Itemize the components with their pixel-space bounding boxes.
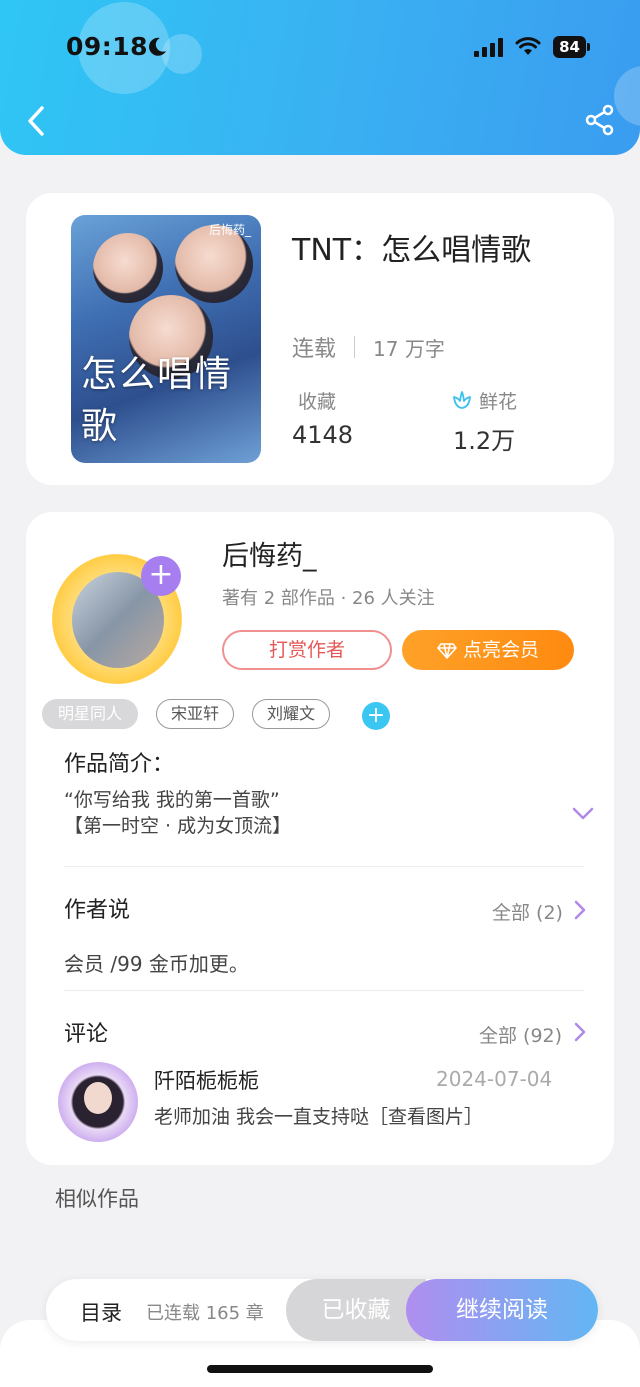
cover-author: 后悔药_ [208, 223, 251, 237]
chapter-count[interactable]: 已连载 165 章 [146, 1299, 264, 1325]
cover-figure [93, 233, 163, 303]
flower-icon [453, 391, 471, 409]
flowers-value: 1.2万 [453, 427, 516, 455]
status-time: 09:18 [66, 32, 149, 61]
moon-icon [149, 37, 166, 56]
commenter-name[interactable]: 阡陌栀栀栀 [154, 1065, 259, 1095]
wifi-icon [515, 37, 541, 55]
tag-category[interactable]: 明星同人 [42, 699, 138, 729]
author-says-label: 作者说 [64, 898, 131, 923]
collected-button[interactable]: 已收藏 [286, 1279, 426, 1341]
book-meta: 连载 17 万字 [292, 331, 445, 363]
decor-bubble [614, 66, 640, 126]
comment-text[interactable]: 老师加油 我会一直支持哒［查看图片］ [154, 1102, 483, 1129]
comment-date: 2024-07-04 [436, 1067, 553, 1091]
chevron-right-icon[interactable] [574, 900, 586, 920]
follow-button[interactable]: + [141, 556, 181, 596]
favorites-value: 4148 [292, 421, 354, 449]
author-says-all-link[interactable]: 全部 (2) [492, 898, 563, 925]
battery-level: 84 [553, 36, 586, 58]
cover-title: 怎么唱情歌 [81, 354, 234, 447]
share-icon[interactable] [584, 104, 616, 136]
battery-icon: 84 [553, 36, 590, 58]
chevron-right-icon[interactable] [574, 1022, 586, 1042]
divider [354, 336, 356, 358]
tip-author-button[interactable]: 打赏作者 [222, 630, 392, 670]
intro-label: 作品简介： [64, 752, 175, 777]
divider [64, 990, 584, 991]
intro-line: 【第一时空 · 成为女顶流】 [64, 815, 292, 837]
tag-item[interactable]: 刘耀文 [252, 699, 330, 729]
vip-button-label: 点亮会员 [462, 639, 539, 661]
author-name[interactable]: 后悔药_ [222, 534, 317, 573]
comments-all-link[interactable]: 全部 (92) [479, 1021, 562, 1048]
app-header: 09:18 84 [0, 0, 640, 155]
word-count: 17 万字 [373, 336, 445, 361]
book-title: TNT：怎么唱情歌 [292, 233, 532, 268]
chevron-left-icon[interactable] [22, 102, 50, 140]
similar-works-label: 相似作品 [55, 1187, 139, 1211]
author-says-text: 会员 /99 金币加更。 [64, 952, 249, 976]
diamond-icon [437, 643, 457, 659]
home-indicator [207, 1365, 433, 1373]
continue-reading-button[interactable]: 继续阅读 [406, 1279, 598, 1341]
comments-label: 评论 [64, 1022, 109, 1047]
vip-button[interactable]: 点亮会员 [402, 630, 574, 670]
chevron-down-icon[interactable] [572, 806, 594, 822]
cellular-signal-icon [474, 37, 504, 57]
commenter-avatar-face [84, 1082, 112, 1114]
tag-item[interactable]: 宋亚轩 [156, 699, 234, 729]
book-detail-card: + 后悔药_ 著有 2 部作品 · 26 人关注 打赏作者 点亮会员 明星同人 … [26, 512, 614, 1165]
status-indicators: 84 [474, 36, 590, 58]
toc-button[interactable]: 目录 [80, 1297, 122, 1327]
bottom-action-bar: 目录 已连载 165 章 已收藏 继续阅读 [46, 1279, 598, 1341]
intro-text: “你写给我 我的第一首歌” 【第一时空 · 成为女顶流】 [64, 787, 291, 839]
serial-status: 连载 [292, 337, 337, 362]
flowers-label: 鲜花 [479, 391, 518, 413]
book-cover[interactable]: 后悔药_ 怎么唱情歌 [71, 215, 261, 463]
divider [64, 866, 584, 867]
favorites-label: 收藏 [298, 391, 337, 413]
add-tag-button[interactable]: + [362, 702, 390, 730]
book-info-card: 后悔药_ 怎么唱情歌 TNT：怎么唱情歌 连载 17 万字 收藏 4148 鲜花… [26, 193, 614, 485]
decor-bubble [162, 34, 202, 74]
author-meta: 著有 2 部作品 · 26 人关注 [222, 588, 435, 609]
intro-line: “你写给我 我的第一首歌” [64, 789, 280, 811]
